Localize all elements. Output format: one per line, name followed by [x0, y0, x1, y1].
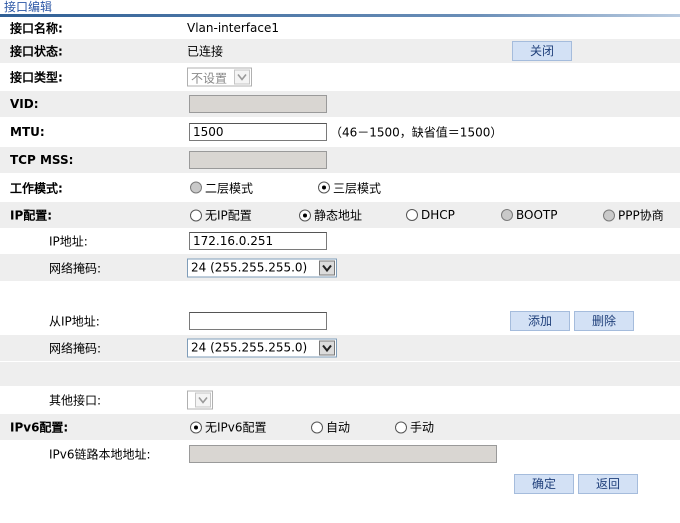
chevron-down-icon — [195, 392, 211, 407]
ipv6-config-auto-radio[interactable]: 自动 — [311, 419, 350, 436]
ip-config-ppp-radio[interactable]: PPP协商 — [603, 207, 664, 224]
secondary-netmask-select[interactable]: 24 (255.255.255.0) — [187, 338, 337, 358]
radio-unchecked-icon — [406, 209, 418, 221]
netmask-select[interactable]: 24 (255.255.255.0) — [187, 258, 337, 277]
radio-unchecked-icon — [395, 421, 407, 433]
work-mode-layer2-radio[interactable]: 二层模式 — [190, 179, 253, 196]
other-interface-select[interactable] — [187, 390, 213, 409]
radio-unchecked-icon — [311, 421, 323, 433]
interface-type-select[interactable]: 不设置 — [187, 67, 252, 87]
ipv6-link-local-input — [189, 445, 497, 463]
row-interface-type: 接口类型: 不设置 — [0, 64, 680, 90]
row-tcp-mss: TCP MSS: — [0, 147, 680, 173]
radio-checked-icon — [299, 209, 311, 221]
mtu-hint: （46－1500，缺省值＝1500） — [330, 125, 503, 140]
work-mode-layer2-label: 二层模式 — [205, 181, 254, 195]
spacer-row — [0, 282, 680, 308]
interface-status-value: 已连接 — [187, 44, 224, 59]
delete-secondary-ip-button[interactable]: 删除 — [574, 311, 634, 331]
chevron-down-icon — [319, 260, 335, 275]
mtu-input[interactable]: 1500 — [189, 123, 327, 141]
ip-config-bootp-label: BOOTP — [516, 208, 558, 222]
ip-config-dhcp-radio[interactable]: DHCP — [406, 208, 455, 222]
ipv6-config-none-label: 无IPv6配置 — [205, 420, 267, 435]
row-secondary-netmask: 网络掩码: 24 (255.255.255.0) — [0, 335, 680, 361]
radio-checked-icon — [318, 181, 330, 194]
interface-name-value: Vlan-interface1 — [187, 21, 279, 35]
ip-config-static-radio[interactable]: 静态地址 — [299, 207, 362, 224]
netmask-selected: 24 (255.255.255.0) — [191, 260, 308, 274]
ip-config-static-label: 静态地址 — [314, 208, 363, 223]
ipv6-config-manual-label: 手动 — [410, 420, 435, 435]
ip-config-label: IP配置: — [10, 208, 53, 223]
work-mode-layer3-radio[interactable]: 三层模式 — [318, 179, 381, 196]
secondary-ip-label: 从IP地址: — [49, 314, 100, 329]
ipv6-link-local-label: IPv6链路本地地址: — [49, 447, 151, 462]
secondary-netmask-selected: 24 (255.255.255.0) — [191, 340, 308, 355]
chevron-down-icon — [319, 340, 335, 356]
ip-config-bootp-radio[interactable]: BOOTP — [501, 208, 557, 222]
close-interface-button[interactable]: 关闭 — [512, 41, 572, 61]
ipv6-config-label: IPv6配置: — [10, 420, 69, 435]
tab-title: 接口编辑 — [4, 0, 53, 14]
radio-checked-icon — [190, 421, 202, 433]
spacer-row-shaded — [0, 362, 680, 386]
row-ip-address: IP地址: 172.16.0.251 — [0, 229, 680, 253]
radio-unchecked-icon — [190, 209, 202, 221]
vid-label: VID: — [10, 97, 39, 111]
ip-config-none-radio[interactable]: 无IP配置 — [190, 207, 252, 224]
netmask-label: 网络掩码: — [49, 261, 102, 275]
row-interface-status: 接口状态: 已连接 关闭 — [0, 39, 680, 63]
radio-unchecked-icon — [603, 209, 615, 221]
header-divider — [0, 14, 680, 17]
mtu-label: MTU: — [10, 125, 45, 139]
interface-name-label: 接口名称: — [10, 21, 63, 36]
footer-actions: 确定 返回 — [0, 472, 680, 496]
interface-status-label: 接口状态: — [10, 44, 63, 59]
radio-unchecked-icon — [190, 181, 202, 194]
interface-type-selected: 不设置 — [191, 71, 228, 86]
ip-config-none-label: 无IP配置 — [205, 208, 252, 223]
row-mtu: MTU: 1500 （46－1500，缺省值＝1500） — [0, 118, 680, 146]
tcp-mss-input — [189, 151, 327, 169]
radio-unchecked-icon — [501, 209, 513, 221]
ip-config-dhcp-label: DHCP — [421, 208, 455, 222]
row-ipv6-config: IPv6配置: 无IPv6配置 自动 手动 — [0, 414, 680, 440]
ip-address-label: IP地址: — [49, 234, 88, 249]
tcp-mss-label: TCP MSS: — [10, 153, 74, 167]
add-secondary-ip-button[interactable]: 添加 — [510, 311, 570, 331]
row-secondary-ip: 从IP地址: 添加 删除 — [0, 308, 680, 334]
row-interface-name: 接口名称: Vlan-interface1 — [0, 18, 680, 38]
ipv6-config-none-radio[interactable]: 无IPv6配置 — [190, 419, 267, 436]
interface-type-label: 接口类型: — [10, 70, 63, 85]
ip-address-input[interactable]: 172.16.0.251 — [189, 232, 327, 250]
secondary-netmask-label: 网络掩码: — [49, 341, 102, 356]
ok-button[interactable]: 确定 — [514, 474, 574, 494]
chevron-down-icon — [234, 69, 250, 85]
row-work-mode: 工作模式: 二层模式 三层模式 — [0, 174, 680, 201]
back-button[interactable]: 返回 — [578, 474, 638, 494]
row-other-interface: 其他接口: — [0, 386, 680, 413]
work-mode-layer3-label: 三层模式 — [333, 181, 382, 195]
secondary-ip-input[interactable] — [189, 312, 327, 330]
ipv6-config-auto-label: 自动 — [326, 420, 351, 435]
vid-input — [189, 95, 327, 113]
row-ip-config: IP配置: 无IP配置 静态地址 DHCP BOOTP PPP协商 — [0, 202, 680, 228]
row-ipv6-link-local: IPv6链路本地地址: — [0, 441, 680, 467]
row-netmask: 网络掩码: 24 (255.255.255.0) — [0, 254, 680, 281]
ip-config-ppp-label: PPP协商 — [618, 208, 664, 223]
other-interface-label: 其他接口: — [49, 393, 102, 407]
work-mode-label: 工作模式: — [10, 181, 63, 195]
ipv6-config-manual-radio[interactable]: 手动 — [395, 419, 434, 436]
row-vid: VID: — [0, 91, 680, 117]
